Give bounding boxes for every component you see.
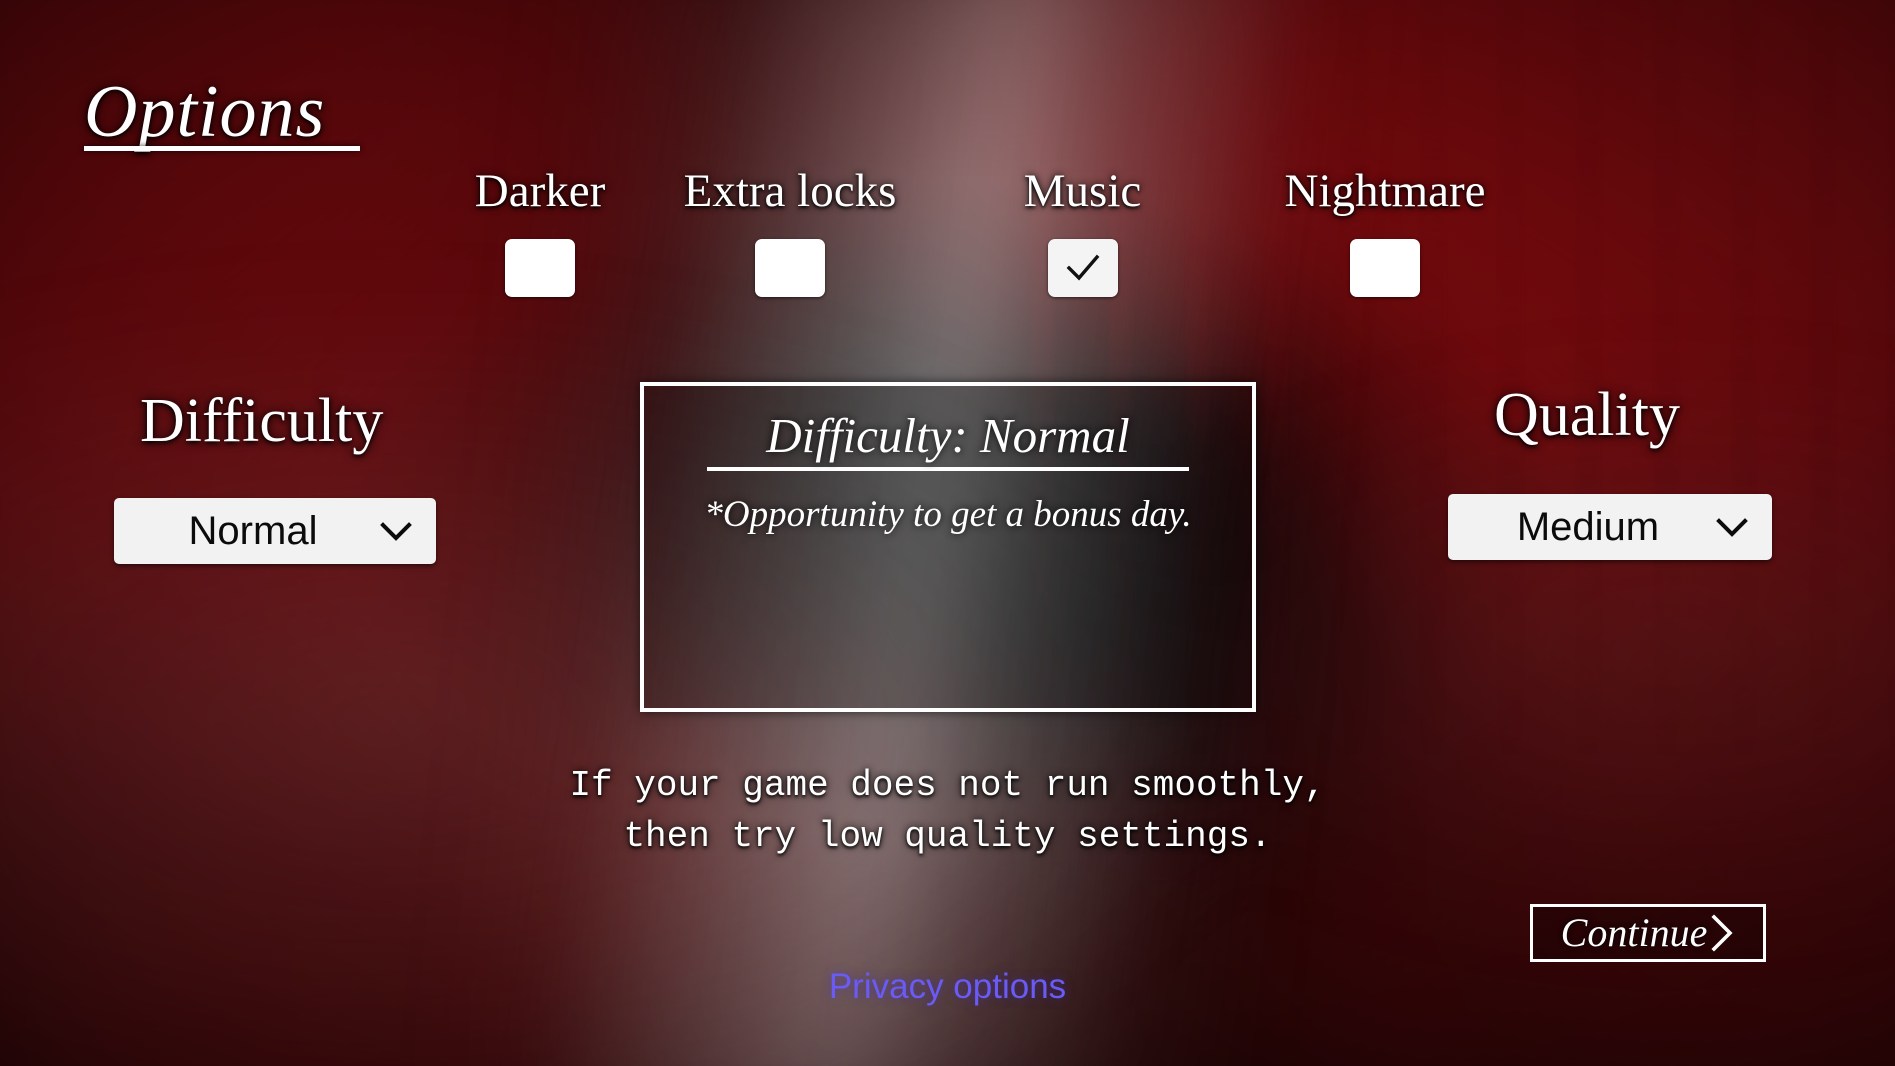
difficulty-selected-value: Normal bbox=[188, 508, 318, 553]
options-screen: Options Darker Extra locks Music Nightma… bbox=[0, 0, 1895, 1066]
info-box-title-underline bbox=[707, 467, 1189, 472]
toggle-extra-locks-label: Extra locks bbox=[683, 165, 897, 217]
quality-heading: Quality bbox=[1494, 381, 1680, 449]
toggle-darker[interactable]: Darker bbox=[460, 168, 620, 297]
info-box-title: Difficulty: Normal bbox=[766, 408, 1130, 463]
chevron-down-icon bbox=[1716, 518, 1748, 537]
checkbox-nightmare[interactable] bbox=[1350, 239, 1420, 297]
checkbox-extra-locks[interactable] bbox=[755, 239, 825, 297]
privacy-options-link[interactable]: Privacy options bbox=[0, 967, 1895, 1007]
toggle-nightmare-label: Nightmare bbox=[1284, 165, 1486, 217]
toggle-extra-locks[interactable]: Extra locks bbox=[660, 168, 920, 297]
quality-dropdown[interactable]: Medium bbox=[1448, 494, 1772, 560]
continue-button-label: Continue bbox=[1560, 910, 1708, 955]
toggle-nightmare[interactable]: Nightmare bbox=[1260, 168, 1510, 297]
quality-selected-value: Medium bbox=[1516, 504, 1660, 549]
checkbox-music[interactable] bbox=[1047, 239, 1118, 297]
chevron-right-icon bbox=[1711, 914, 1733, 952]
page-title-underline bbox=[84, 146, 360, 151]
quality-hint-line-2: then try low quality settings. bbox=[623, 816, 1272, 858]
difficulty-info-box: Difficulty: Normal *Opportunity to get a… bbox=[640, 382, 1256, 712]
quality-hint-line-1: If your game does not run smoothly, bbox=[569, 765, 1326, 806]
checkbox-darker[interactable] bbox=[505, 239, 575, 297]
continue-button[interactable]: Continue bbox=[1530, 904, 1766, 962]
checkmark-icon bbox=[1066, 254, 1099, 281]
page-title: Options bbox=[84, 71, 326, 153]
toggle-darker-label: Darker bbox=[474, 165, 606, 217]
info-box-note: *Opportunity to get a bonus day. bbox=[704, 494, 1192, 536]
toggle-music-label: Music bbox=[1023, 165, 1142, 217]
chevron-down-icon bbox=[380, 522, 412, 541]
toggle-music[interactable]: Music bbox=[1000, 168, 1165, 297]
difficulty-heading: Difficulty bbox=[140, 387, 384, 455]
difficulty-dropdown[interactable]: Normal bbox=[114, 498, 436, 564]
quality-hint-text: If your game does not run smoothly, then… bbox=[0, 760, 1895, 862]
